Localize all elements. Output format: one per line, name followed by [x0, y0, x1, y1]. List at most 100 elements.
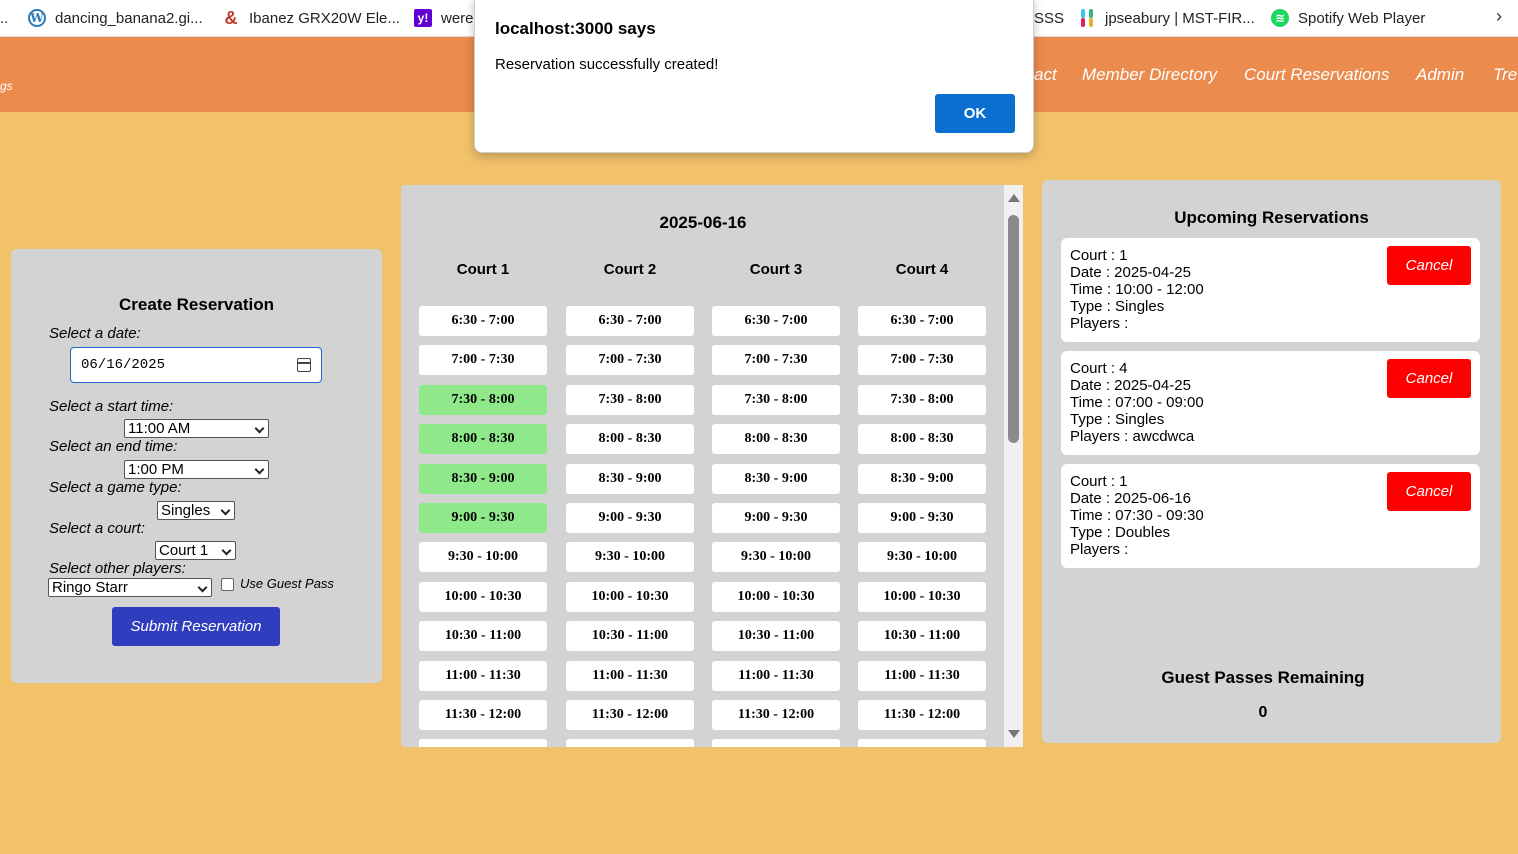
time-slot-button[interactable]: 11:00 - 11:30 [419, 661, 547, 691]
cancel-button[interactable]: Cancel [1387, 359, 1471, 398]
cancel-button[interactable]: Cancel [1387, 472, 1471, 511]
time-slot-button[interactable]: 10:00 - 10:30 [419, 582, 547, 612]
time-slot-button[interactable]: 11:00 - 11:30 [566, 661, 694, 691]
time-slot-button[interactable]: 10:00 - 10:30 [712, 582, 840, 612]
time-slot-button[interactable]: 9:30 - 10:00 [712, 542, 840, 572]
scroll-down-arrow-icon[interactable] [1008, 730, 1020, 738]
time-slot-button[interactable]: 10:30 - 11:00 [712, 621, 840, 651]
time-slot-button[interactable]: 7:30 - 8:00 [712, 385, 840, 415]
time-slot-button[interactable]: 7:00 - 7:30 [712, 345, 840, 375]
ok-button[interactable]: OK [935, 94, 1015, 133]
time-slot-button[interactable]: 9:00 - 9:30 [858, 503, 986, 533]
time-slot-button[interactable]: 9:30 - 10:00 [858, 542, 986, 572]
reservation-type: Type : Singles [1070, 298, 1165, 315]
reservation-type: Type : Singles [1070, 411, 1165, 428]
time-slot-button[interactable]: 10:30 - 11:00 [419, 621, 547, 651]
players-select[interactable]: Ringo Starr [48, 578, 212, 597]
time-slot-button[interactable]: 8:00 - 8:30 [566, 424, 694, 454]
court-label: Select a court: [49, 520, 145, 537]
spotify-icon: ≋ [1271, 9, 1289, 27]
time-slot-button[interactable]: 10:30 - 11:00 [858, 621, 986, 651]
time-slot-button[interactable]: 7:00 - 7:30 [858, 345, 986, 375]
schedule-date: 2025-06-16 [659, 213, 747, 232]
time-slot-button[interactable]: 8:30 - 9:00 [566, 464, 694, 494]
time-slot-button[interactable]: 7:30 - 8:00 [858, 385, 986, 415]
time-slot-button[interactable]: 8:00 - 8:30 [712, 424, 840, 454]
time-slot-button[interactable]: 7:30 - 8:00 [419, 385, 547, 415]
bookmark-ibanez[interactable]: & Ibanez GRX20W Ele... [222, 0, 400, 36]
time-slot-button[interactable]: 10:30 - 11:00 [566, 621, 694, 651]
nav-link-court-reservations[interactable]: Court Reservations [1244, 65, 1390, 85]
time-slot-button[interactable]: 6:30 - 7:00 [858, 306, 986, 336]
scroll-thumb[interactable] [1008, 215, 1019, 443]
time-slot-button[interactable]: 11:30 - 12:00 [712, 700, 840, 730]
reservation-date: Date : 2025-04-25 [1070, 264, 1191, 281]
time-slot-button[interactable]: 8:30 - 9:00 [712, 464, 840, 494]
time-slot-button[interactable]: 7:30 - 8:00 [566, 385, 694, 415]
chevron-down-icon [254, 464, 265, 475]
scroll-up-arrow-icon[interactable] [1008, 194, 1020, 202]
time-slot-button[interactable]: 8:30 - 9:00 [419, 464, 547, 494]
nav-link-partial[interactable]: gs [0, 79, 13, 93]
calendar-icon[interactable] [297, 358, 311, 372]
time-slot-button[interactable]: 8:30 - 9:00 [858, 464, 986, 494]
time-slot-button[interactable]: 6:30 - 7:00 [712, 306, 840, 336]
time-slot-button[interactable]: 11:00 - 11:30 [712, 661, 840, 691]
time-slot-button[interactable]: 11:30 - 12:00 [566, 700, 694, 730]
time-slot-button[interactable]: 10:00 - 10:30 [858, 582, 986, 612]
schedule-scrollbar[interactable] [1004, 185, 1023, 747]
bookmark-label: jpseabury | MST-FIR... [1105, 9, 1255, 27]
date-input[interactable]: 06/16/2025 [70, 347, 322, 383]
time-slot-button-partial[interactable] [858, 739, 986, 747]
reservation-players: Players : [1070, 541, 1129, 558]
chevron-down-icon [254, 423, 265, 434]
end-time-select[interactable]: 1:00 PM [124, 460, 269, 479]
submit-reservation-button[interactable]: Submit Reservation [112, 607, 280, 646]
cancel-button[interactable]: Cancel [1387, 246, 1471, 285]
time-slot-button-partial[interactable] [566, 739, 694, 747]
nav-link-contact[interactable]: act [1034, 65, 1057, 85]
court-header: Court 2 [603, 261, 657, 278]
time-slot-button[interactable]: 9:00 - 9:30 [566, 503, 694, 533]
reservation-court: Court : 1 [1070, 473, 1128, 490]
bookmark-yahoo[interactable]: y! were [414, 0, 474, 36]
chevron-right-icon[interactable]: › [1496, 6, 1502, 27]
court-select[interactable]: Court 1 [155, 541, 236, 560]
bookmark-truncated[interactable]: .. [0, 0, 8, 36]
time-slot-button-partial[interactable] [419, 739, 547, 747]
time-slot-button[interactable]: 7:00 - 7:30 [419, 345, 547, 375]
reservation-type: Type : Doubles [1070, 524, 1171, 541]
time-slot-button[interactable]: 11:30 - 12:00 [858, 700, 986, 730]
bookmark-slack[interactable]: jpseabury | MST-FIR... [1078, 0, 1255, 36]
nav-link-member-directory[interactable]: Member Directory [1082, 65, 1217, 85]
time-slot-button[interactable]: 6:30 - 7:00 [566, 306, 694, 336]
time-slot-button[interactable]: 9:00 - 9:30 [712, 503, 840, 533]
guest-pass-checkbox[interactable] [221, 578, 234, 591]
court-header: Court 4 [895, 261, 949, 278]
guest-passes-title: Guest Passes Remaining [1161, 668, 1365, 687]
bookmark-sss[interactable]: SSS [1034, 0, 1064, 36]
nav-link-truncated[interactable]: Tre [1493, 65, 1517, 85]
time-slot-button[interactable]: 9:30 - 10:00 [566, 542, 694, 572]
create-reservation-title: Create Reservation [119, 295, 274, 314]
time-slot-button[interactable]: 10:00 - 10:30 [566, 582, 694, 612]
nav-link-admin[interactable]: Admin [1416, 65, 1464, 85]
time-slot-button[interactable]: 11:00 - 11:30 [858, 661, 986, 691]
reservation-card: Court : 1 Date : 2025-06-16 Time : 07:30 -… [1061, 464, 1480, 568]
time-slot-button[interactable]: 9:30 - 10:00 [419, 542, 547, 572]
bookmark-dancing-banana[interactable]: W dancing_banana2.gi... [28, 0, 203, 36]
time-slot-button-partial[interactable] [712, 739, 840, 747]
bookmark-label: Spotify Web Player [1298, 9, 1426, 27]
start-time-value: 11:00 AM [128, 420, 191, 437]
time-slot-button[interactable]: 8:00 - 8:30 [858, 424, 986, 454]
start-time-select[interactable]: 11:00 AM [124, 419, 269, 438]
time-slot-button[interactable]: 6:30 - 7:00 [419, 306, 547, 336]
time-slot-button[interactable]: 11:30 - 12:00 [419, 700, 547, 730]
reservation-card: Court : 4 Date : 2025-04-25 Time : 07:00 -… [1061, 351, 1480, 455]
time-slot-button[interactable]: 8:00 - 8:30 [419, 424, 547, 454]
time-slot-button[interactable]: 7:00 - 7:30 [566, 345, 694, 375]
game-type-select[interactable]: Singles [157, 501, 235, 520]
reservation-time: Time : 07:30 - 09:30 [1070, 507, 1204, 524]
time-slot-button[interactable]: 9:00 - 9:30 [419, 503, 547, 533]
bookmark-spotify[interactable]: ≋ Spotify Web Player [1271, 0, 1425, 36]
